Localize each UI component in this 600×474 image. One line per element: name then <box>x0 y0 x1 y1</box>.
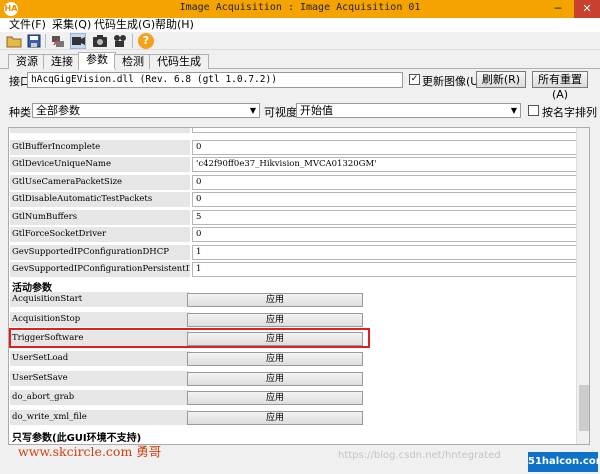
category-label: 种类 <box>9 106 31 119</box>
site-url-text: www.skcircle.com 勇哥 <box>18 444 162 459</box>
param-name: GevSupportedIPConfigurationPersistentIP <box>10 262 190 277</box>
param-value-partial <box>192 128 580 133</box>
blog-watermark: https://blog.csdn.net/hntegrated <box>338 450 501 461</box>
interface-library-field[interactable]: hAcqGigEVision.dll (Rev. 6.8 (gtl 1.0.7.… <box>27 72 403 88</box>
update-image-label: 更新图像(U) <box>422 75 483 88</box>
action-name: do_abort_grab <box>10 390 190 405</box>
visibility-select[interactable]: 开始值 ▼ <box>296 103 521 118</box>
live-video-icon[interactable] <box>70 33 86 49</box>
action-name: AcquisitionStop <box>10 312 190 327</box>
param-value-field[interactable]: 1 <box>192 245 580 260</box>
sort-by-name-checkbox[interactable] <box>528 105 539 116</box>
reset-all-button[interactable]: 所有重置(A) <box>532 71 588 101</box>
param-value-field[interactable]: 1 <box>192 262 580 277</box>
action-name: UserSetLoad <box>10 351 190 366</box>
param-name: GtlBufferIncomplete <box>10 140 190 155</box>
visibility-label: 可视度 <box>264 106 297 119</box>
parameter-grid: GtlBufferIncomplete 0 GtlDeviceUniqueNam… <box>8 127 590 445</box>
refresh-button[interactable]: 刷新(R) <box>476 71 526 88</box>
category-select-value: 全部参数 <box>36 104 80 117</box>
action-name: do_write_xml_file <box>10 410 190 425</box>
halcon-site-logo: 51halcon.com <box>528 452 600 472</box>
param-name: GtlUseCameraPacketSize <box>10 175 190 190</box>
menu-file[interactable]: 文件(F) <box>9 18 46 32</box>
tab-parameters[interactable]: 参数 <box>78 52 116 70</box>
param-name: GevSupportedIPConfigurationDHCP <box>10 245 190 260</box>
menu-bar: 文件(F) 采集(Q) 代码生成(G) 帮助(H) <box>0 18 600 32</box>
sort-by-name-label: 按名字排列 <box>542 106 597 119</box>
apply-button[interactable]: 应用 <box>187 411 363 425</box>
toolbar-separator <box>45 34 46 48</box>
apply-button[interactable]: 应用 <box>187 372 363 386</box>
apply-button[interactable]: 应用 <box>187 313 363 327</box>
param-value-field[interactable]: 'c42f90ff0e37_Hikvision_MVCA01320GM' <box>192 157 580 172</box>
help-icon[interactable]: ? <box>138 33 154 49</box>
apply-button[interactable]: 应用 <box>187 293 363 307</box>
menu-help[interactable]: 帮助(H) <box>155 18 194 32</box>
param-value-field[interactable]: 0 <box>192 192 580 207</box>
apply-button[interactable]: 应用 <box>187 391 363 405</box>
update-image-checkbox[interactable]: ✓ <box>409 74 420 85</box>
action-name: AcquisitionStart <box>10 292 190 307</box>
visibility-select-value: 开始值 <box>300 104 333 117</box>
action-name: UserSetSave <box>10 371 190 386</box>
scrollbar-thumb[interactable] <box>579 385 589 431</box>
title-bar: HA Image Acquisition : Image Acquisition… <box>0 0 600 18</box>
menu-acquire[interactable]: 采集(Q) <box>52 18 91 32</box>
toolbar-separator <box>132 34 133 48</box>
toolbar: ? <box>0 32 600 50</box>
param-name: GtlDeviceUniqueName <box>10 157 190 172</box>
tab-code-generation[interactable]: 代码生成 <box>149 54 209 69</box>
tab-inspection[interactable]: 检测 <box>114 54 152 69</box>
category-select[interactable]: 全部参数 ▼ <box>32 103 260 118</box>
camera-snap-icon[interactable] <box>92 33 108 49</box>
save-icon[interactable] <box>26 33 42 49</box>
vertical-scrollbar[interactable] <box>576 128 589 444</box>
trigger-software-highlight <box>9 328 370 348</box>
param-value-field[interactable]: 5 <box>192 210 580 225</box>
tab-connection[interactable]: 连接 <box>43 54 81 69</box>
tab-bar: 资源 连接 参数 检测 代码生成 <box>0 52 600 70</box>
film-icon[interactable] <box>112 33 128 49</box>
minimize-button[interactable]: ─ <box>546 0 570 18</box>
connect-icon[interactable] <box>50 33 66 49</box>
window-title: Image Acquisition : Image Acquisition 01 <box>179 2 421 13</box>
chevron-down-icon: ▼ <box>510 106 517 115</box>
menu-codegen[interactable]: 代码生成(G) <box>94 18 155 32</box>
close-button[interactable]: ✕ <box>574 0 600 18</box>
param-value-field[interactable]: 0 <box>192 140 580 155</box>
param-value-field[interactable]: 0 <box>192 227 580 242</box>
param-value-field[interactable]: 0 <box>192 175 580 190</box>
open-folder-icon[interactable] <box>6 33 22 49</box>
param-name-partial <box>10 128 190 133</box>
chevron-down-icon: ▼ <box>249 106 256 115</box>
apply-button[interactable]: 应用 <box>187 352 363 366</box>
tab-resources[interactable]: 资源 <box>8 54 46 69</box>
param-name: GtlForceSocketDriver <box>10 227 190 242</box>
param-name: GtlNumBuffers <box>10 210 190 225</box>
param-name: GtlDisableAutomaticTestPackets <box>10 192 190 207</box>
